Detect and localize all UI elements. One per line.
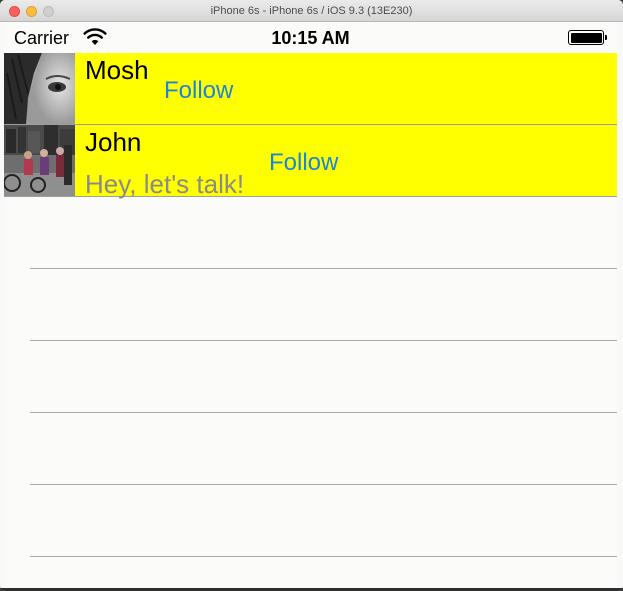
battery-tip xyxy=(605,35,607,40)
battery-icon xyxy=(568,30,604,45)
empty-table-row xyxy=(30,485,617,557)
simulator-window: iPhone 6s - iPhone 6s / iOS 9.3 (13E230)… xyxy=(0,0,623,591)
window-titlebar: iPhone 6s - iPhone 6s / iOS 9.3 (13E230) xyxy=(0,0,623,22)
follow-button[interactable]: Follow xyxy=(269,149,338,177)
users-table-view[interactable]: Mosh Follow John Follow Hey, let's talk! xyxy=(4,53,617,557)
user-name: Mosh xyxy=(85,55,149,85)
battery-level-fill xyxy=(570,32,602,43)
user-name: John xyxy=(85,127,142,157)
table-row[interactable]: John Follow Hey, let's talk! xyxy=(4,125,617,199)
empty-table-row xyxy=(30,413,617,485)
user-avatar xyxy=(4,125,75,196)
user-message: Hey, let's talk! xyxy=(85,169,245,199)
follow-button[interactable]: Follow xyxy=(164,77,233,105)
table-row[interactable]: Mosh Follow xyxy=(4,53,617,125)
empty-table-row xyxy=(30,197,617,269)
iphone-screen: Carrier 10:15 AM Mosh Follow John Follow… xyxy=(4,22,617,588)
user-avatar xyxy=(4,53,75,124)
window-title: iPhone 6s - iPhone 6s / iOS 9.3 (13E230) xyxy=(210,5,413,17)
status-time: 10:15 AM xyxy=(271,28,350,48)
empty-table-row xyxy=(30,341,617,413)
empty-table-row xyxy=(30,269,617,341)
status-bar: Carrier 10:15 AM xyxy=(4,22,617,53)
